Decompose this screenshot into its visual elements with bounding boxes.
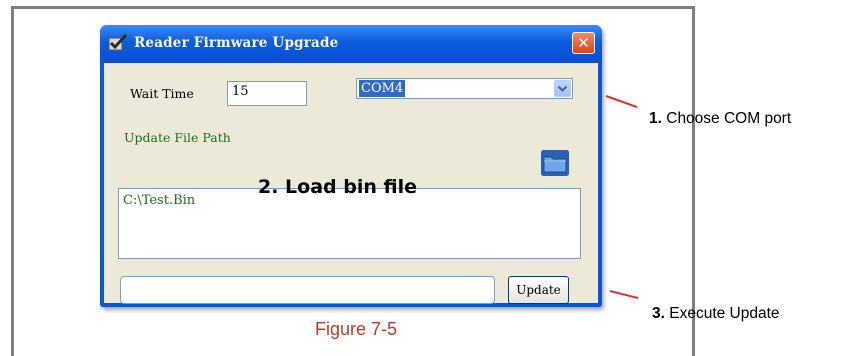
annotation-number: 1.: [649, 110, 662, 127]
com-port-select[interactable]: COM4: [356, 78, 573, 99]
update-file-path-label: Update File Path: [124, 130, 231, 145]
dropdown-button[interactable]: [554, 80, 571, 97]
update-button[interactable]: Update: [508, 276, 569, 304]
firmware-upgrade-window: Reader Firmware Upgrade ✕ Wait Time 15 C…: [100, 25, 602, 307]
checkmark-app-icon: [108, 34, 128, 51]
annotation-text: Execute Update: [664, 305, 780, 322]
browse-folder-button[interactable]: [540, 149, 570, 177]
file-path-field[interactable]: C:\Test.Bin: [118, 188, 581, 259]
com-port-selected-value: COM4: [359, 80, 406, 97]
load-bin-annotation: 2. Load bin file: [258, 176, 417, 198]
execute-update-annotation: 3. Execute Update: [652, 305, 780, 323]
file-path-value: C:\Test.Bin: [123, 193, 196, 208]
close-icon: ✕: [577, 34, 590, 52]
annotation-number: 3.: [652, 305, 665, 322]
status-field[interactable]: [120, 276, 495, 304]
chevron-down-icon: [557, 85, 568, 92]
title-bar[interactable]: Reader Firmware Upgrade ✕: [100, 25, 602, 63]
figure-caption: Figure 7-5: [315, 319, 398, 339]
wait-time-input[interactable]: 15: [227, 81, 307, 106]
wait-time-label: Wait Time: [130, 86, 194, 101]
close-button[interactable]: ✕: [572, 32, 595, 54]
folder-icon: [540, 149, 570, 177]
annotation-text: Choose COM port: [661, 110, 792, 127]
choose-com-annotation: 1. Choose COM port: [649, 110, 791, 128]
window-title: Reader Firmware Upgrade: [134, 35, 339, 51]
